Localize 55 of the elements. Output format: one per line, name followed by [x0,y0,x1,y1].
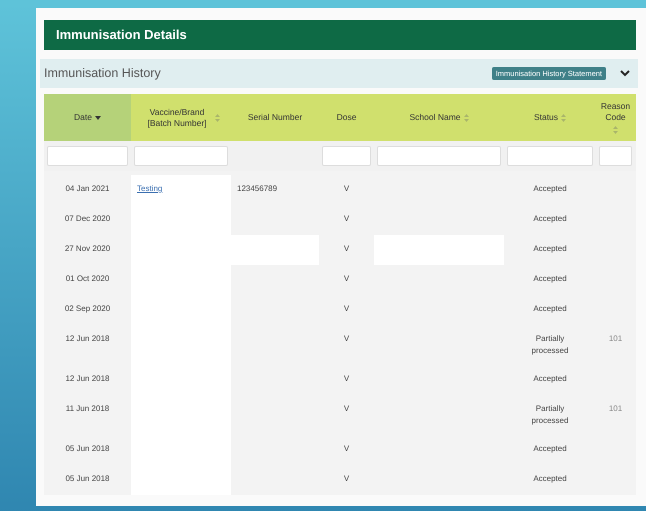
chevron-down-icon[interactable] [620,70,630,77]
table-cell: V [344,243,350,255]
table-cell-text: Partially processed [530,333,570,357]
column-header: Serial Number [246,111,304,124]
filter-field[interactable] [377,146,501,166]
table-cell: V [344,403,350,415]
column-header: Dose [336,111,358,124]
table-cell: V [344,183,350,195]
panel-title: Immunisation Details [44,20,636,50]
sort-icon [215,114,220,122]
column-header[interactable]: School Name [374,94,504,141]
filter-field[interactable] [599,146,632,166]
table-cell-text: Accepted [532,473,568,485]
column-header[interactable]: Reason Code [596,94,635,141]
section-title: Immunisation History [44,65,161,82]
table-cell-text: Accepted [532,213,568,225]
table-cell: V [344,373,350,385]
table-cell: 11 Jun 2018 [66,403,110,415]
table-cell-text: Accepted [532,273,568,285]
table-cell: 05 Jun 2018 [65,443,110,455]
filter-field[interactable] [47,146,128,166]
vaccine-link[interactable]: Testing [137,183,162,195]
reason-code: 101 [608,403,622,415]
table-cell: 12 Jun 2018 [65,333,110,345]
sort-icon [613,126,618,134]
table-cell: 07 Dec 2020 [64,213,110,225]
filter-field[interactable] [507,146,593,166]
table-cell: V [344,473,350,485]
column-header[interactable]: Vaccine/Brand [Batch Number] [131,94,231,141]
table-cell-text: Accepted [532,303,568,315]
table-cell: V [344,443,350,455]
filter-field[interactable] [322,146,371,166]
table-cell-text: Accepted [532,373,568,385]
sort-icon [561,114,566,122]
filter-field[interactable] [134,146,228,166]
column-header[interactable]: Date [44,94,131,141]
sort-descending-icon [94,116,101,120]
table-cell: 12 Jun 2018 [65,373,110,385]
table-cell: V [344,273,350,285]
table-cell: V [344,303,350,315]
table-cell: 05 Jun 2018 [65,473,110,485]
reason-code: 101 [608,333,622,345]
table-cell-text: Accepted [532,243,568,255]
table-cell-text: Accepted [532,183,568,195]
table-cell: 01 Oct 2020 [66,273,110,285]
sort-icon [464,114,469,122]
table-cell: V [344,333,350,345]
table-cell: V [344,213,350,225]
table-cell-text: Accepted [532,443,568,455]
table-cell-text: Partially processed [530,403,570,427]
table-cell: 123456789 [237,183,278,195]
table-cell: 02 Sep 2020 [64,303,110,315]
table-cell: 27 Nov 2020 [64,243,110,255]
column-header[interactable]: Status [504,94,596,141]
table-cell: 04 Jan 2021 [65,183,110,195]
